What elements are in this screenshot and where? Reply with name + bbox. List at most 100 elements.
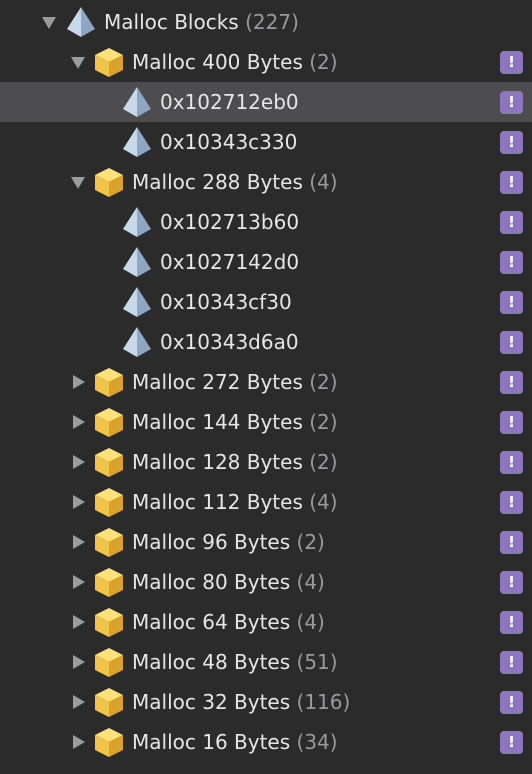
category-count: (2) xyxy=(296,530,325,554)
warning-badge-icon[interactable]: ! xyxy=(500,171,523,194)
category-row[interactable]: Malloc 128 Bytes (2)! xyxy=(0,442,532,482)
category-count: (4) xyxy=(296,610,325,634)
warning-badge-icon[interactable]: ! xyxy=(500,651,523,674)
category-count: (4) xyxy=(309,170,338,194)
block-address: 0x102713b60 xyxy=(160,210,300,234)
block-address-label: 0x1027142d0 xyxy=(160,242,299,282)
warning-badge-icon[interactable]: ! xyxy=(500,531,523,554)
disclosure-triangle-collapsed-icon[interactable] xyxy=(69,602,87,642)
category-label: Malloc 400 Bytes (2) xyxy=(132,42,338,82)
category-label: Malloc 272 Bytes (2) xyxy=(132,362,338,402)
disclosure-triangle-collapsed-icon[interactable] xyxy=(69,442,87,482)
pyramid-icon xyxy=(120,285,154,319)
block-address-label: 0x10343d6a0 xyxy=(160,322,299,362)
root-label: Malloc Blocks (227) xyxy=(104,10,299,34)
category-count: (116) xyxy=(296,690,351,714)
category-label: Malloc 16 Bytes (34) xyxy=(132,722,338,762)
category-name: Malloc 64 Bytes xyxy=(132,610,291,634)
category-row[interactable]: Malloc 64 Bytes (4)! xyxy=(0,602,532,642)
category-label: Malloc 64 Bytes (4) xyxy=(132,602,325,642)
category-row[interactable]: Malloc 272 Bytes (2)! xyxy=(0,362,532,402)
cube-icon xyxy=(92,365,126,399)
category-label: Malloc 48 Bytes (51) xyxy=(132,642,338,682)
block-row[interactable]: 0x10343c330! xyxy=(0,122,532,162)
block-address: 0x10343cf30 xyxy=(160,290,292,314)
block-address-label: 0x10343c330 xyxy=(160,122,297,162)
category-name: Malloc 400 Bytes xyxy=(132,50,303,74)
block-row[interactable]: 0x102713b60! xyxy=(0,202,532,242)
category-name: Malloc 128 Bytes xyxy=(132,450,303,474)
warning-badge-icon[interactable]: ! xyxy=(500,331,523,354)
pyramid-icon xyxy=(120,205,154,239)
block-row[interactable]: 0x102712eb0! xyxy=(0,82,532,122)
category-name: Malloc 144 Bytes xyxy=(132,410,303,434)
block-row[interactable]: 0x10343d6a0! xyxy=(0,322,532,362)
cube-icon xyxy=(92,405,126,439)
disclosure-triangle-collapsed-icon[interactable] xyxy=(69,362,87,402)
block-address-label: 0x102712eb0 xyxy=(160,82,299,122)
category-name: Malloc 32 Bytes xyxy=(132,690,291,714)
pyramid-icon xyxy=(120,245,154,279)
cube-icon xyxy=(92,165,126,199)
category-count: (4) xyxy=(296,570,325,594)
category-row[interactable]: Malloc 288 Bytes (4)! xyxy=(0,162,532,202)
block-row[interactable]: 0x1027142d0! xyxy=(0,242,532,282)
warning-badge-icon[interactable]: ! xyxy=(500,91,523,114)
cube-icon xyxy=(92,45,126,79)
warning-badge-icon[interactable]: ! xyxy=(500,51,523,74)
pyramid-icon xyxy=(120,325,154,359)
category-row[interactable]: Malloc 96 Bytes (2)! xyxy=(0,522,532,562)
disclosure-triangle-collapsed-icon[interactable] xyxy=(69,562,87,602)
warning-badge-icon[interactable]: ! xyxy=(500,371,523,394)
disclosure-triangle-collapsed-icon[interactable] xyxy=(69,682,87,722)
warning-badge-icon[interactable]: ! xyxy=(500,491,523,514)
cube-icon xyxy=(92,605,126,639)
warning-badge-icon[interactable]: ! xyxy=(500,411,523,434)
block-address: 0x10343c330 xyxy=(160,130,298,154)
category-label: Malloc 96 Bytes (2) xyxy=(132,522,325,562)
cube-icon xyxy=(92,525,126,559)
warning-badge-icon[interactable]: ! xyxy=(500,611,523,634)
category-row[interactable]: Malloc 48 Bytes (51)! xyxy=(0,642,532,682)
disclosure-triangle-expanded-icon[interactable] xyxy=(40,2,58,42)
category-row[interactable]: Malloc 16 Bytes (34)! xyxy=(0,722,532,762)
cube-icon xyxy=(92,645,126,679)
disclosure-triangle-expanded-icon[interactable] xyxy=(69,162,87,202)
disclosure-triangle-collapsed-icon[interactable] xyxy=(69,482,87,522)
warning-badge-icon[interactable]: ! xyxy=(500,571,523,594)
warning-badge-icon[interactable]: ! xyxy=(500,131,523,154)
malloc-blocks-outline: Malloc Blocks (227) Malloc 400 Bytes (2)… xyxy=(0,0,532,774)
block-address: 0x10343d6a0 xyxy=(160,330,299,354)
category-count: (34) xyxy=(296,730,338,754)
root-row-malloc-blocks[interactable]: Malloc Blocks (227) xyxy=(0,2,532,42)
warning-badge-icon[interactable]: ! xyxy=(500,731,523,754)
warning-badge-icon[interactable]: ! xyxy=(500,211,523,234)
disclosure-triangle-expanded-icon[interactable] xyxy=(69,42,87,82)
category-count: (51) xyxy=(296,650,338,674)
block-address: 0x1027142d0 xyxy=(160,250,300,274)
category-row[interactable]: Malloc 32 Bytes (116)! xyxy=(0,682,532,722)
block-address-label: 0x10343cf30 xyxy=(160,282,292,322)
pyramid-icon xyxy=(120,125,154,159)
category-name: Malloc 96 Bytes xyxy=(132,530,291,554)
disclosure-triangle-collapsed-icon[interactable] xyxy=(69,402,87,442)
category-row[interactable]: Malloc 80 Bytes (4)! xyxy=(0,562,532,602)
disclosure-triangle-collapsed-icon[interactable] xyxy=(69,722,87,762)
warning-badge-icon[interactable]: ! xyxy=(500,291,523,314)
warning-badge-icon[interactable]: ! xyxy=(500,691,523,714)
warning-badge-icon[interactable]: ! xyxy=(500,251,523,274)
warning-badge-icon[interactable]: ! xyxy=(500,451,523,474)
category-label: Malloc 32 Bytes (116) xyxy=(132,682,350,722)
category-row[interactable]: Malloc 400 Bytes (2)! xyxy=(0,42,532,82)
category-label: Malloc 128 Bytes (2) xyxy=(132,442,338,482)
category-row[interactable]: Malloc 112 Bytes (4)! xyxy=(0,482,532,522)
category-label: Malloc 80 Bytes (4) xyxy=(132,562,325,602)
disclosure-triangle-collapsed-icon[interactable] xyxy=(69,522,87,562)
disclosure-triangle-collapsed-icon[interactable] xyxy=(69,642,87,682)
category-count: (2) xyxy=(309,450,338,474)
category-name: Malloc 80 Bytes xyxy=(132,570,291,594)
category-row[interactable]: Malloc 144 Bytes (2)! xyxy=(0,402,532,442)
block-row[interactable]: 0x10343cf30! xyxy=(0,282,532,322)
category-count: (2) xyxy=(309,410,338,434)
category-name: Malloc 272 Bytes xyxy=(132,370,303,394)
